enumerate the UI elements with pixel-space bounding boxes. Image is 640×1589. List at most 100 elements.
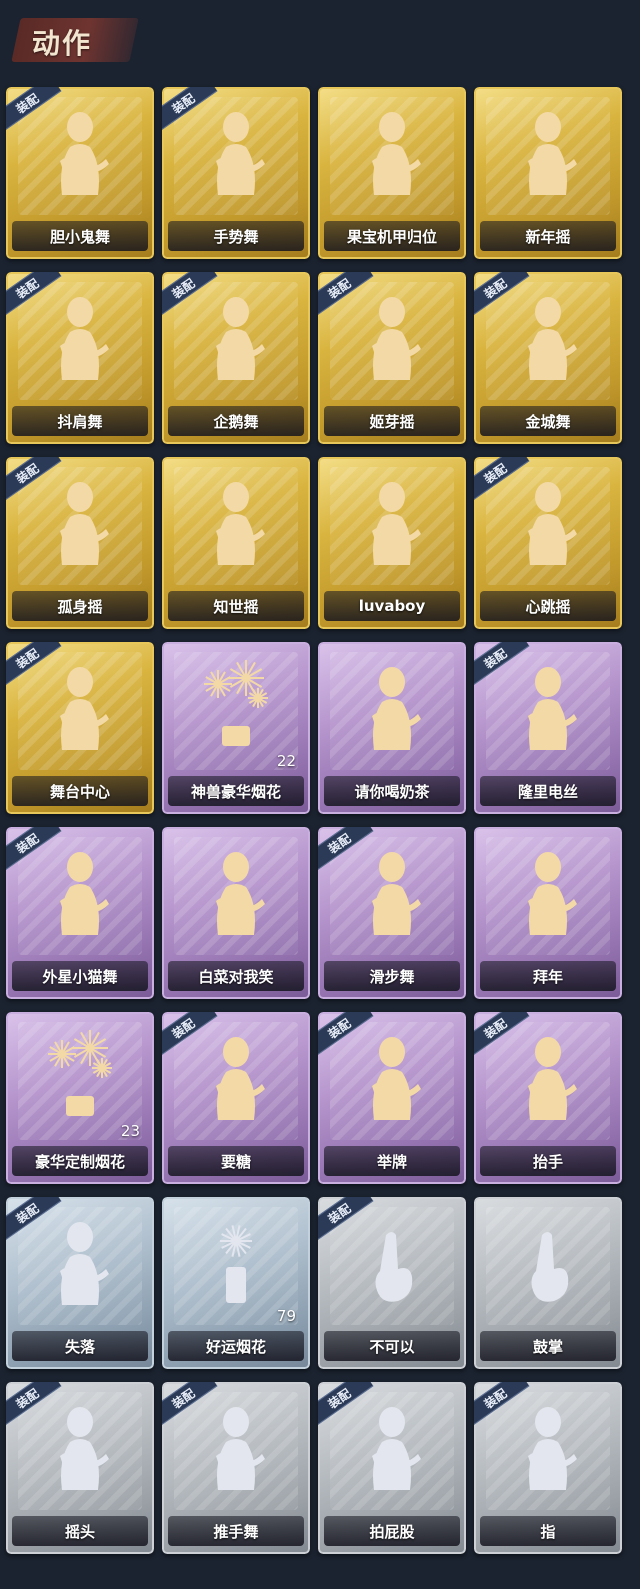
fireworks-box-icon	[40, 1030, 120, 1126]
figure-stage-icon	[40, 660, 120, 756]
emote-card[interactable]: 79 好运烟花	[162, 1197, 310, 1369]
figure-solo-icon	[40, 475, 120, 571]
card-label: 拍屁股	[369, 1522, 415, 1541]
finger-no-icon	[352, 1215, 432, 1311]
emote-card[interactable]: 抬手 装配	[474, 1012, 622, 1184]
figure-lift-icon	[508, 1030, 588, 1126]
card-label: 姬芽摇	[369, 412, 415, 431]
card-label: 手势舞	[213, 227, 259, 246]
card-label-bar: 指	[480, 1516, 616, 1546]
card-label: 好运烟花	[205, 1337, 266, 1356]
emote-card[interactable]: 抖肩舞 装配	[6, 272, 154, 444]
card-label: 拜年	[532, 967, 563, 986]
card-label: 失落	[64, 1337, 95, 1356]
card-label-bar: 胆小鬼舞	[12, 221, 148, 251]
card-label: 果宝机甲归位	[346, 227, 437, 246]
card-label: 鼓掌	[532, 1337, 563, 1356]
emote-card[interactable]: 拍屁股 装配	[318, 1382, 466, 1554]
emote-card[interactable]: 胆小鬼舞 装配	[6, 87, 154, 259]
emote-card[interactable]: 23 豪华定制烟花	[6, 1012, 154, 1184]
figure-pat-icon	[352, 1400, 432, 1496]
card-label-bar: 抖肩舞	[12, 406, 148, 436]
card-label: 孤身摇	[57, 597, 103, 616]
card-label-bar: 手势舞	[168, 221, 304, 251]
card-label-bar: 神兽豪华烟花	[168, 776, 304, 806]
card-label: 企鹅舞	[213, 412, 259, 431]
figure-kneel-icon	[40, 1215, 120, 1311]
clap-hands-icon	[508, 1215, 588, 1311]
card-label-bar: 姬芽摇	[324, 406, 460, 436]
emote-card[interactable]: 知世摇	[162, 457, 310, 629]
emote-card[interactable]: 22 神兽豪华烟花	[162, 642, 310, 814]
card-label: 金城舞	[525, 412, 571, 431]
emote-card[interactable]: 指装配	[474, 1382, 622, 1554]
figure-heart-icon	[40, 105, 120, 201]
emote-card[interactable]: 不可以 装配	[318, 1197, 466, 1369]
figure-point-icon	[508, 660, 588, 756]
figure-slide-icon	[352, 845, 432, 941]
card-label-bar: 舞台中心	[12, 776, 148, 806]
emote-card[interactable]: 果宝机甲归位	[318, 87, 466, 259]
figure-spin-icon	[352, 475, 432, 571]
card-label-bar: 要糖	[168, 1146, 304, 1176]
card-label: 滑步舞	[369, 967, 415, 986]
emote-card[interactable]: 摇头 装配	[6, 1382, 154, 1554]
card-label-bar: 举牌	[324, 1146, 460, 1176]
card-label-bar: 果宝机甲归位	[324, 221, 460, 251]
card-label-bar: 鼓掌	[480, 1331, 616, 1361]
card-label-bar: 不可以	[324, 1331, 460, 1361]
figure-bow-icon	[508, 845, 588, 941]
card-label-bar: 金城舞	[480, 406, 616, 436]
card-label-bar: 豪华定制烟花	[12, 1146, 148, 1176]
emote-card[interactable]: 推手舞 装配	[162, 1382, 310, 1554]
emote-card[interactable]: 举牌 装配	[318, 1012, 466, 1184]
card-label: 神兽豪华烟花	[190, 782, 281, 801]
card-label: 推手舞	[213, 1522, 259, 1541]
emote-card[interactable]: 新年摇	[474, 87, 622, 259]
card-label: 举牌	[376, 1152, 407, 1171]
emote-card[interactable]: 请你喝奶茶	[318, 642, 466, 814]
emote-card[interactable]: 手势舞 装配	[162, 87, 310, 259]
emote-card[interactable]: 要糖 装配	[162, 1012, 310, 1184]
emote-card[interactable]: 企鹅舞 装配	[162, 272, 310, 444]
card-label: 抖肩舞	[57, 412, 103, 431]
card-label: 豪华定制烟花	[34, 1152, 125, 1171]
card-label-bar: 新年摇	[480, 221, 616, 251]
emote-card[interactable]: 姬芽摇 装配	[318, 272, 466, 444]
emote-card[interactable]: 心跳摇 装配	[474, 457, 622, 629]
figure-raise-icon	[508, 475, 588, 571]
emote-card[interactable]: 孤身摇 装配	[6, 457, 154, 629]
figure-pointing-icon	[508, 1400, 588, 1496]
card-label-bar: 滑步舞	[324, 961, 460, 991]
card-label-bar: 白菜对我笑	[168, 961, 304, 991]
emote-card[interactable]: 金城舞 装配	[474, 272, 622, 444]
card-label-bar: 知世摇	[168, 591, 304, 621]
figure-push-icon	[196, 1400, 276, 1496]
emote-card[interactable]: 白菜对我笑	[162, 827, 310, 999]
figure-clap-icon	[508, 105, 588, 201]
card-label: 新年摇	[525, 227, 571, 246]
card-label-bar: 抬手	[480, 1146, 616, 1176]
emote-grid: 胆小鬼舞 装配 手势舞 装配果宝机甲归位 新年摇抖肩舞 装配 企鹅舞 装配 姬芽摇 装配 金城舞 装配…	[6, 87, 634, 1587]
card-label: 胆小鬼舞	[49, 227, 110, 246]
card-label-bar: 心跳摇	[480, 591, 616, 621]
emote-card[interactable]: 滑步舞 装配	[318, 827, 466, 999]
figure-shoulder-icon	[40, 290, 120, 386]
card-label-bar: 推手舞	[168, 1516, 304, 1546]
fireworks-icon	[196, 660, 276, 756]
card-label: 抬手	[532, 1152, 563, 1171]
emote-card[interactable]: 拜年	[474, 827, 622, 999]
emote-card[interactable]: 鼓掌	[474, 1197, 622, 1369]
emote-card[interactable]: 隆里电丝 装配	[474, 642, 622, 814]
emote-card[interactable]: luvaboy	[318, 457, 466, 629]
card-label-bar: 请你喝奶茶	[324, 776, 460, 806]
emote-card[interactable]: 失落 装配	[6, 1197, 154, 1369]
emote-card[interactable]: 舞台中心 装配	[6, 642, 154, 814]
figure-tea-icon	[352, 660, 432, 756]
card-label-bar: 孤身摇	[12, 591, 148, 621]
emote-card[interactable]: 外星小猫舞 装配	[6, 827, 154, 999]
page-title: 动作	[32, 27, 93, 60]
item-count: 23	[120, 1122, 140, 1140]
card-label: 要糖	[220, 1152, 251, 1171]
card-label: 心跳摇	[525, 597, 571, 616]
